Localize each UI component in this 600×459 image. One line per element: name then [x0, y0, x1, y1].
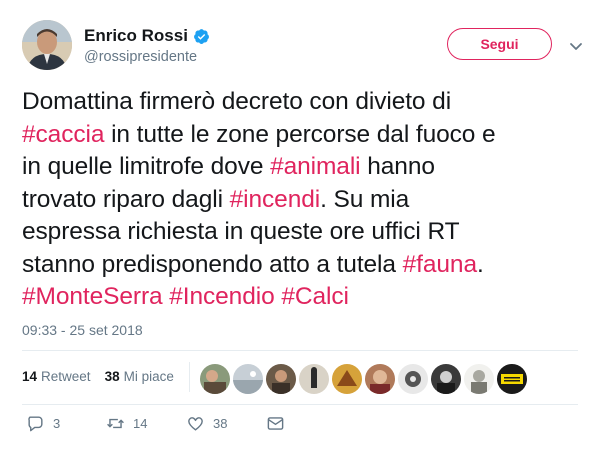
retweet-button[interactable]: 14	[106, 414, 147, 433]
tweet-stats: 14 Retweet 38 Mi piace	[22, 369, 174, 384]
retweets-label: Retweet	[41, 369, 91, 384]
author-name-block: Enrico Rossi @rossipresidente	[84, 26, 210, 65]
tweet-text-segment: trovato riparo dagli	[22, 185, 230, 213]
liker-avatar[interactable]	[464, 364, 494, 394]
heart-icon	[188, 417, 203, 431]
liker-avatar[interactable]	[332, 364, 362, 394]
likes-stat[interactable]: 38 Mi piace	[105, 369, 174, 384]
tweet-text-line: #MonteSerra #Incendio #Calci	[22, 281, 588, 314]
tweet-text-segment: Domattina firmerò decreto con divieto di	[22, 88, 452, 115]
hashtag-link[interactable]: #caccia	[22, 121, 104, 148]
tweet-text-line: in quelle limitrofe dove #animali hanno	[22, 151, 588, 184]
hashtag-link[interactable]: #Incendio	[169, 283, 274, 310]
hashtag-link[interactable]: #MonteSerra	[22, 283, 163, 310]
tweet-text-segment: in tutte le zone percorse dal fuoco e	[104, 120, 496, 148]
divider	[22, 404, 578, 405]
liker-avatar[interactable]	[365, 364, 395, 394]
tweet-text-segment: .	[476, 250, 484, 278]
author-handle[interactable]: @rossipresidente	[84, 49, 210, 65]
hashtag-link[interactable]: #animali	[270, 153, 361, 180]
tweet-text-line: #caccia in tutte le zone percorse dal fu…	[22, 119, 588, 152]
tweet-text-segment: stanno predisponendo atto a tutela	[22, 250, 403, 278]
retweets-count: 14	[22, 369, 38, 384]
tweet-text-line: stanno predisponendo atto a tutela #faun…	[22, 249, 588, 282]
tweet-text-line: trovato riparo dagli #incendi. Su mia	[22, 184, 588, 217]
retweets-stat[interactable]: 14 Retweet	[22, 369, 91, 384]
stats-separator	[189, 362, 190, 392]
hashtag-link[interactable]: #fauna	[403, 251, 477, 278]
verified-badge-icon	[193, 28, 210, 45]
direct-message-button[interactable]	[266, 414, 293, 433]
liker-avatar[interactable]	[398, 364, 428, 394]
tweet-text-segment: hanno	[360, 153, 435, 180]
hashtag-link[interactable]: #incendi	[230, 186, 321, 213]
liker-avatar[interactable]	[299, 364, 329, 394]
tweet-text-segment: espressa richiesta in queste ore uffici …	[22, 218, 460, 245]
liker-avatar[interactable]	[497, 364, 527, 394]
tweet-text-line: espressa richiesta in queste ore uffici …	[22, 216, 588, 249]
tweet-actions: 3 14 38	[22, 414, 322, 436]
tweet-text: Domattina firmerò decreto con divieto di…	[22, 86, 588, 314]
follow-button[interactable]: Segui	[447, 28, 552, 60]
retweet-count: 14	[133, 416, 148, 431]
like-count: 38	[213, 416, 228, 431]
liker-avatar[interactable]	[200, 364, 230, 394]
likes-label: Mi piace	[123, 369, 174, 384]
tweet-header: Enrico Rossi @rossipresidente Segui	[22, 20, 582, 72]
author-display-name[interactable]: Enrico Rossi	[84, 26, 188, 46]
likes-count: 38	[104, 369, 120, 384]
likers-facepile	[200, 364, 527, 394]
liker-avatar[interactable]	[233, 364, 263, 394]
divider	[22, 350, 578, 351]
hashtag-link[interactable]: #Calci	[281, 283, 349, 310]
reply-count: 3	[53, 416, 61, 431]
envelope-icon	[267, 417, 284, 430]
tweet-timestamp[interactable]: 09:33 - 25 set 2018	[22, 322, 143, 338]
retweet-icon	[107, 418, 124, 429]
tweet-text-segment: in quelle limitrofe dove	[22, 153, 271, 180]
reply-button[interactable]: 3	[26, 414, 60, 433]
liker-avatar[interactable]	[431, 364, 461, 394]
author-avatar[interactable]	[22, 20, 72, 70]
tweet-text-segment: . Su mia	[320, 185, 410, 213]
liker-avatar[interactable]	[266, 364, 296, 394]
chevron-down-icon[interactable]	[568, 38, 584, 54]
like-button[interactable]: 38	[186, 414, 227, 433]
tweet-text-line: Domattina firmerò decreto con divieto di	[22, 86, 588, 119]
reply-icon	[28, 416, 43, 432]
